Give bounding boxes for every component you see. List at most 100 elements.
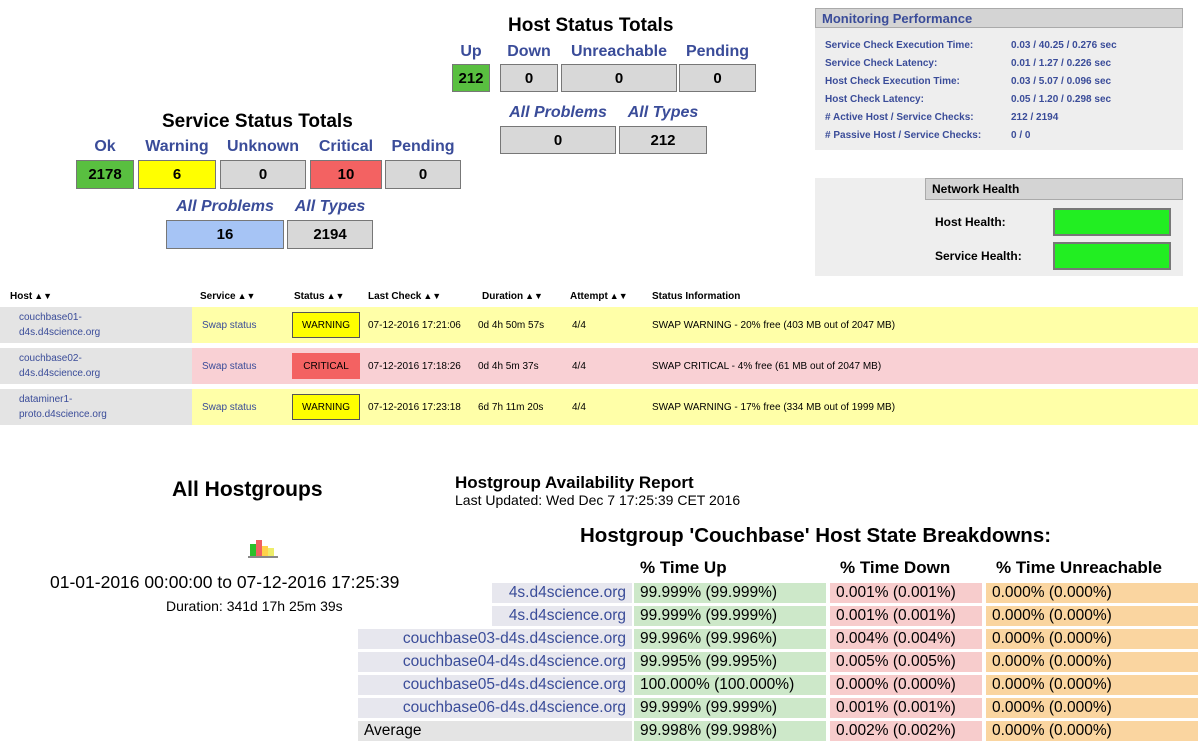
service-warning-link[interactable]: Warning	[138, 138, 216, 156]
status-information: SWAP CRITICAL - 4% free (61 MB out of 20…	[652, 360, 882, 372]
last-check: 07-12-2016 17:21:06	[368, 319, 461, 331]
column-header-time-down: % Time Down	[840, 558, 951, 577]
service-all-types-count[interactable]: 2194	[287, 220, 373, 249]
column-header-duration[interactable]: Duration ▲▼	[482, 291, 543, 302]
time-down: 0.005% (0.005%)	[830, 652, 982, 672]
table-row: 4s.d4science.org 99.999% (99.999%) 0.001…	[492, 606, 1198, 626]
host-link[interactable]: couchbase02- d4s.d4science.org	[0, 348, 192, 384]
attempt: 4/4	[572, 319, 586, 331]
perf-label: # Passive Host / Service Checks:	[825, 130, 982, 141]
host-link[interactable]: dataminer1- proto.d4science.org	[0, 389, 192, 425]
network-health-panel: Network Health Host Health: Service Heal…	[815, 178, 1183, 276]
sort-arrows-icon[interactable]: ▲▼	[423, 291, 441, 301]
hostname-link[interactable]: couchbase06-d4s.d4science.org	[358, 698, 632, 718]
table-row: dataminer1- proto.d4science.org Swap stat…	[0, 389, 1198, 425]
table-row: couchbase03-d4s.d4science.org 99.996% (9…	[358, 629, 1198, 649]
perf-value[interactable]: 0.03 / 5.07 / 0.096 sec	[1011, 76, 1111, 87]
time-down: 0.001% (0.001%)	[830, 583, 982, 603]
host-down-link[interactable]: Down	[500, 43, 558, 61]
sort-arrows-icon[interactable]: ▲▼	[34, 291, 52, 301]
service-ok-count[interactable]: 2178	[76, 160, 134, 189]
availability-chart-icon[interactable]	[248, 536, 278, 560]
column-header-attempt[interactable]: Attempt ▲▼	[570, 291, 628, 302]
time-unreachable: 0.000% (0.000%)	[986, 583, 1198, 603]
host-all-problems-count[interactable]: 0	[500, 126, 616, 154]
table-row: 4s.d4science.org 99.999% (99.999%) 0.001…	[492, 583, 1198, 603]
perf-value[interactable]: 212 / 2194	[1011, 112, 1058, 123]
sort-arrows-icon[interactable]: ▲▼	[238, 291, 256, 301]
perf-label: Host Check Execution Time:	[825, 76, 960, 87]
hostname-link[interactable]: couchbase03-d4s.d4science.org	[358, 629, 632, 649]
sort-arrows-icon[interactable]: ▲▼	[327, 291, 345, 301]
perf-label: # Active Host / Service Checks:	[825, 112, 974, 123]
service-link[interactable]: Swap status	[198, 389, 288, 425]
host-all-problems-link[interactable]: All Problems	[500, 104, 616, 122]
time-up: 99.999% (99.999%)	[634, 606, 826, 626]
hostname-link[interactable]: 4s.d4science.org	[492, 606, 632, 626]
host-down-count[interactable]: 0	[500, 64, 558, 92]
status-information: SWAP WARNING - 20% free (403 MB out of 2…	[652, 319, 896, 331]
time-down: 0.001% (0.001%)	[830, 698, 982, 718]
host-health-bar[interactable]	[1053, 208, 1171, 236]
last-check: 07-12-2016 17:23:18	[368, 401, 461, 413]
column-header-last-check[interactable]: Last Check ▲▼	[368, 291, 441, 302]
host-unreachable-count[interactable]: 0	[561, 64, 677, 92]
column-header-service[interactable]: Service ▲▼	[200, 291, 255, 302]
time-down: 0.001% (0.001%)	[830, 606, 982, 626]
service-all-problems-link[interactable]: All Problems	[166, 198, 284, 216]
perf-label: Host Check Latency:	[825, 94, 924, 105]
host-link[interactable]: couchbase01- d4s.d4science.org	[0, 307, 192, 343]
host-all-types-count[interactable]: 212	[619, 126, 707, 154]
sort-arrows-icon[interactable]: ▲▼	[525, 291, 543, 301]
table-row: couchbase04-d4s.d4science.org 99.995% (9…	[358, 652, 1198, 672]
time-unreachable: 0.000% (0.000%)	[986, 698, 1198, 718]
attempt: 4/4	[572, 360, 586, 372]
service-link[interactable]: Swap status	[198, 348, 288, 384]
time-up: 100.000% (100.000%)	[634, 675, 826, 695]
host-all-types-link[interactable]: All Types	[619, 104, 707, 122]
host-up-count[interactable]: 212	[452, 64, 490, 92]
perf-value[interactable]: 0.01 / 1.27 / 0.226 sec	[1011, 58, 1111, 69]
service-ok-link[interactable]: Ok	[76, 138, 134, 156]
breakdown-title: Hostgroup 'Couchbase' Host State Breakdo…	[580, 524, 1052, 547]
time-unreachable: 0.000% (0.000%)	[986, 721, 1198, 741]
service-pending-count[interactable]: 0	[385, 160, 461, 189]
host-unreachable-link[interactable]: Unreachable	[561, 43, 677, 61]
hostname-link[interactable]: 4s.d4science.org	[492, 583, 632, 603]
service-pending-link[interactable]: Pending	[385, 138, 461, 156]
perf-value[interactable]: 0.05 / 1.20 / 0.298 sec	[1011, 94, 1111, 105]
table-row: couchbase02- d4s.d4science.org Swap statu…	[0, 348, 1198, 384]
availability-report-title: Hostgroup Availability Report	[455, 473, 694, 492]
time-up: 99.999% (99.999%)	[634, 698, 826, 718]
service-unknown-link[interactable]: Unknown	[220, 138, 306, 156]
monitoring-performance-title: Monitoring Performance	[815, 8, 1183, 28]
duration: 0d 4h 50m 57s	[478, 319, 545, 331]
host-up-link[interactable]: Up	[452, 43, 490, 61]
duration: 0d 4h 5m 37s	[478, 360, 539, 372]
service-health-bar[interactable]	[1053, 242, 1171, 270]
service-all-problems-count[interactable]: 16	[166, 220, 284, 249]
column-header-time-up: % Time Up	[640, 558, 727, 577]
status-information: SWAP WARNING - 17% free (334 MB out of 1…	[652, 401, 896, 413]
column-header-host[interactable]: Host ▲▼	[10, 291, 52, 302]
time-up: 99.996% (99.996%)	[634, 629, 826, 649]
perf-value[interactable]: 0 / 0	[1011, 130, 1030, 141]
service-all-types-link[interactable]: All Types	[287, 198, 373, 216]
host-pending-link[interactable]: Pending	[679, 43, 756, 61]
service-warning-count[interactable]: 6	[138, 160, 216, 189]
hostname-link[interactable]: couchbase05-d4s.d4science.org	[358, 675, 632, 695]
status-badge: CRITICAL	[292, 353, 360, 379]
service-critical-link[interactable]: Critical	[310, 138, 382, 156]
perf-value[interactable]: 0.03 / 40.25 / 0.276 sec	[1011, 40, 1117, 51]
service-link[interactable]: Swap status	[198, 307, 288, 343]
hostname-link[interactable]: couchbase04-d4s.d4science.org	[358, 652, 632, 672]
service-health-label: Service Health:	[935, 249, 1022, 263]
service-critical-count[interactable]: 10	[310, 160, 382, 189]
time-up: 99.995% (99.995%)	[634, 652, 826, 672]
all-hostgroups-title: All Hostgroups	[172, 478, 323, 501]
service-unknown-count[interactable]: 0	[220, 160, 306, 189]
time-down: 0.002% (0.002%)	[830, 721, 982, 741]
column-header-status[interactable]: Status ▲▼	[294, 291, 344, 302]
host-pending-count[interactable]: 0	[679, 64, 756, 92]
sort-arrows-icon[interactable]: ▲▼	[610, 291, 628, 301]
